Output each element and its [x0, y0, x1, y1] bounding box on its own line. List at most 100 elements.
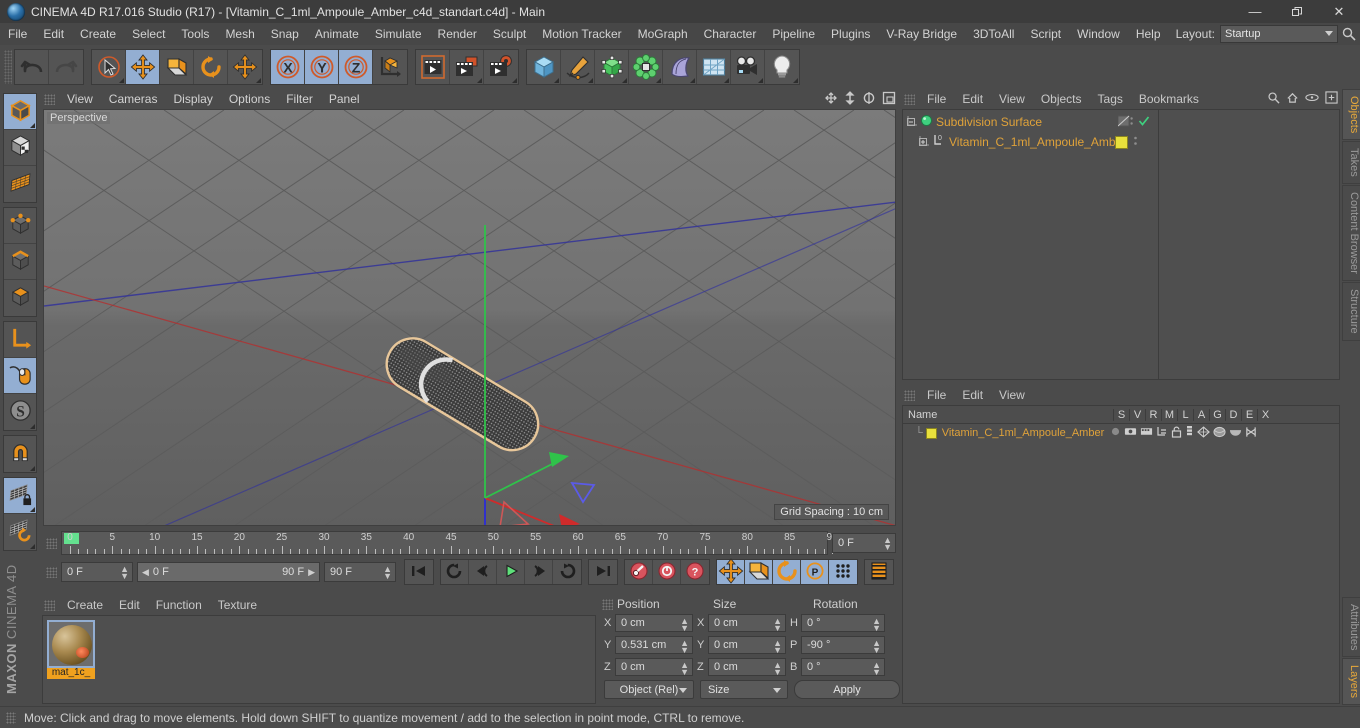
menu-item-3dtoall[interactable]: 3DToAll — [965, 23, 1022, 45]
menu-item-sculpt[interactable]: Sculpt — [485, 23, 534, 45]
attribute-column-m[interactable]: M — [1161, 408, 1177, 421]
manager-icon[interactable] — [1156, 426, 1168, 440]
menu-item-create[interactable]: Create — [72, 23, 124, 45]
record-active-objects-button[interactable] — [625, 560, 653, 584]
attribute-column-s[interactable]: S — [1113, 408, 1129, 421]
object-row-subdivision-surface[interactable]: Subdivision Surface — [903, 112, 1339, 132]
menu-item-motion-tracker[interactable]: Motion Tracker — [534, 23, 629, 45]
object-menu-view[interactable]: View — [991, 89, 1033, 109]
submenu-corner-icon[interactable] — [622, 78, 627, 83]
menu-item-render[interactable]: Render — [430, 23, 485, 45]
object-row-vitamin-c-ampoule[interactable]: 0 Vitamin_C_1ml_Ampoule_Amber — [903, 132, 1339, 152]
attribute-column-e[interactable]: E — [1241, 408, 1257, 421]
edges-mode-button[interactable] — [4, 244, 36, 280]
attribute-menu-edit[interactable]: Edit — [954, 385, 991, 405]
material-menu-create[interactable]: Create — [59, 595, 111, 615]
status-bar-grip[interactable] — [6, 711, 16, 724]
menu-item-file[interactable]: File — [0, 23, 35, 45]
size-y-field[interactable]: 0 cm ▲ ▼ — [708, 636, 786, 655]
play-backwards-button[interactable] — [441, 560, 469, 584]
step-back-button[interactable] — [469, 560, 497, 584]
menu-item-animate[interactable]: Animate — [307, 23, 367, 45]
submenu-corner-icon[interactable] — [30, 424, 35, 429]
attribute-menu-view[interactable]: View — [991, 385, 1033, 405]
solo-icon[interactable] — [1110, 426, 1121, 440]
submenu-corner-icon[interactable] — [30, 466, 35, 471]
scale-key-button[interactable] — [745, 560, 773, 584]
add-cube-button[interactable] — [527, 50, 561, 84]
attribute-row[interactable]: └ Vitamin_C_1ml_Ampoule_Amber — [903, 424, 1339, 442]
object-tree[interactable]: Subdivision Surface 0 Vitamin_C_1ml_Ampo… — [902, 109, 1340, 380]
range-left-arrow-icon[interactable]: ◀ — [142, 567, 149, 578]
menu-item-mesh[interactable]: Mesh — [217, 23, 262, 45]
viewport-menu-filter[interactable]: Filter — [278, 89, 321, 109]
world-object-coord-button[interactable] — [373, 50, 407, 84]
viewport-menu-panel[interactable]: Panel — [321, 89, 368, 109]
viewport-menu-grip[interactable] — [44, 93, 55, 105]
add-light-button[interactable] — [765, 50, 799, 84]
move-view-icon[interactable] — [824, 91, 838, 108]
render-icon[interactable] — [1140, 426, 1153, 440]
dynamics-icon[interactable] — [1229, 427, 1242, 440]
material-menu-edit[interactable]: Edit — [111, 595, 148, 615]
edit-render-settings-button[interactable] — [484, 50, 518, 84]
size-z-field[interactable]: 0 cm ▲ ▼ — [708, 658, 786, 677]
size-x-field[interactable]: 0 cm ▲ ▼ — [708, 614, 786, 633]
expand-icon[interactable] — [1325, 91, 1338, 107]
vertical-tab-structure[interactable]: Structure — [1342, 281, 1360, 341]
deformer-icon[interactable] — [1213, 426, 1226, 441]
move-alt-button[interactable] — [228, 50, 262, 84]
submenu-corner-icon[interactable] — [119, 78, 124, 83]
toolbar-grip[interactable] — [4, 50, 12, 84]
attribute-column-a[interactable]: A — [1193, 408, 1209, 421]
material-list[interactable]: mat_1c_ — [42, 615, 596, 704]
rotate-view-icon[interactable] — [862, 91, 876, 108]
points-mode-button[interactable] — [4, 208, 36, 244]
viewport-menu-view[interactable]: View — [59, 89, 101, 109]
rotation-key-button[interactable] — [773, 559, 801, 584]
add-spline-button[interactable] — [561, 50, 595, 84]
attribute-column-v[interactable]: V — [1129, 408, 1145, 421]
expand-toggle-icon[interactable] — [907, 115, 918, 129]
model-mode-button[interactable] — [4, 94, 36, 130]
menu-item-plugins[interactable]: Plugins — [823, 23, 878, 45]
render-view-button[interactable] — [416, 50, 450, 84]
submenu-corner-icon[interactable] — [477, 78, 482, 83]
menu-item-snap[interactable]: Snap — [263, 23, 307, 45]
spinner-icon[interactable]: ▲ ▼ — [883, 536, 892, 552]
add-nurbs-button[interactable] — [595, 50, 629, 84]
range-right-arrow-icon[interactable]: ▶ — [308, 567, 315, 578]
generator-icon[interactable] — [1197, 425, 1211, 441]
attribute-menu-grip[interactable] — [904, 389, 915, 401]
timeline-strip-button[interactable] — [865, 560, 893, 584]
zoom-view-icon[interactable] — [844, 91, 856, 108]
view-icon[interactable] — [1124, 426, 1137, 440]
keyframe-selection-button[interactable]: ? — [681, 560, 709, 584]
submenu-corner-icon[interactable] — [30, 544, 35, 549]
maximize-button[interactable] — [1276, 0, 1318, 23]
spinner-icon[interactable]: ▲ ▼ — [383, 565, 392, 581]
menu-item-help[interactable]: Help — [1128, 23, 1169, 45]
object-menu-file[interactable]: File — [919, 89, 954, 109]
object-menu-edit[interactable]: Edit — [954, 89, 991, 109]
loop-button[interactable] — [553, 560, 581, 584]
submenu-corner-icon[interactable] — [724, 78, 729, 83]
rotation-h-field[interactable]: 0 ° ▲ ▼ — [801, 614, 885, 633]
play-forward-button[interactable] — [497, 560, 525, 584]
menu-item-window[interactable]: Window — [1069, 23, 1128, 45]
start-frame-field[interactable]: 0 F ▲ ▼ — [61, 562, 133, 582]
close-button[interactable]: ✕ — [1318, 0, 1360, 23]
size-mode-select[interactable]: Size — [700, 680, 788, 699]
spinner-icon[interactable]: ▲ ▼ — [680, 617, 689, 633]
menu-item-tools[interactable]: Tools — [173, 23, 217, 45]
material-menu-function[interactable]: Function — [148, 595, 210, 615]
attribute-table[interactable]: Name SVRMLAGDEX └ Vitamin_C_1ml_Ampoule_… — [902, 405, 1340, 704]
expand-toggle-icon[interactable] — [919, 135, 930, 149]
workplane-lock-button[interactable] — [4, 478, 36, 514]
add-deformer-button[interactable] — [663, 50, 697, 84]
texture-mode-button[interactable] — [4, 130, 36, 166]
submenu-corner-icon[interactable] — [30, 507, 35, 512]
menu-item-simulate[interactable]: Simulate — [367, 23, 430, 45]
submenu-corner-icon[interactable] — [588, 78, 593, 83]
menu-item-v-ray-bridge[interactable]: V-Ray Bridge — [878, 23, 965, 45]
